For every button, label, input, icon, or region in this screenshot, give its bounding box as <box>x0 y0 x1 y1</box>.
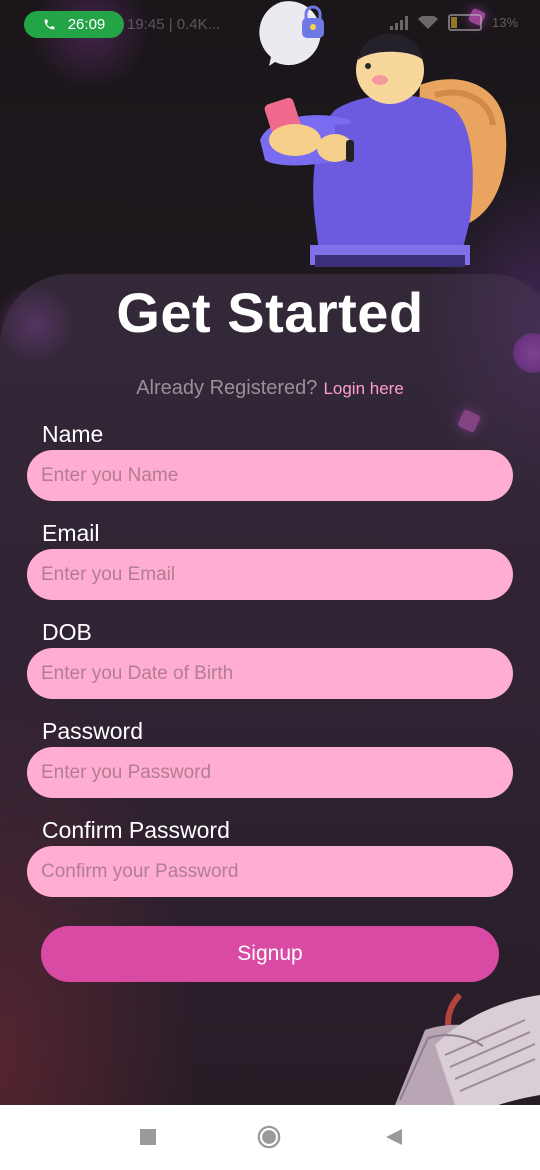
status-time: 19:45 | 0.4K... <box>127 16 221 33</box>
circle-home-icon[interactable] <box>257 1125 281 1149</box>
page-title: Get Started <box>116 281 424 344</box>
confirm-password-label: Confirm Password <box>42 817 230 843</box>
system-navigation-bar <box>0 1105 540 1170</box>
confirm-password-input[interactable] <box>27 846 513 897</box>
dob-label: DOB <box>42 619 92 645</box>
phone-icon <box>44 19 55 30</box>
email-label: Email <box>42 520 100 546</box>
password-input[interactable] <box>27 747 513 798</box>
square-recents-icon[interactable] <box>136 1125 160 1149</box>
name-input[interactable] <box>27 450 513 501</box>
dob-input[interactable] <box>27 648 513 699</box>
call-timer: 26:09 <box>67 16 106 33</box>
login-link[interactable]: Login here <box>323 379 403 398</box>
name-label: Name <box>42 421 104 447</box>
signup-screen: 26:09 19:45 | 0.4K... 13% Get Started Al… <box>0 0 540 1105</box>
login-prompt: Already Registered? Login here <box>0 377 540 400</box>
lock-icon <box>259 1 324 66</box>
person-with-phone-illustration <box>259 1 507 267</box>
already-registered-text: Already Registered? <box>136 377 318 399</box>
signup-button[interactable]: Signup <box>41 926 499 982</box>
ongoing-call-pill[interactable]: 26:09 <box>24 11 124 38</box>
open-book-illustration <box>395 992 540 1105</box>
triangle-back-icon[interactable] <box>382 1125 406 1149</box>
email-input[interactable] <box>27 549 513 600</box>
password-label: Password <box>42 718 143 744</box>
